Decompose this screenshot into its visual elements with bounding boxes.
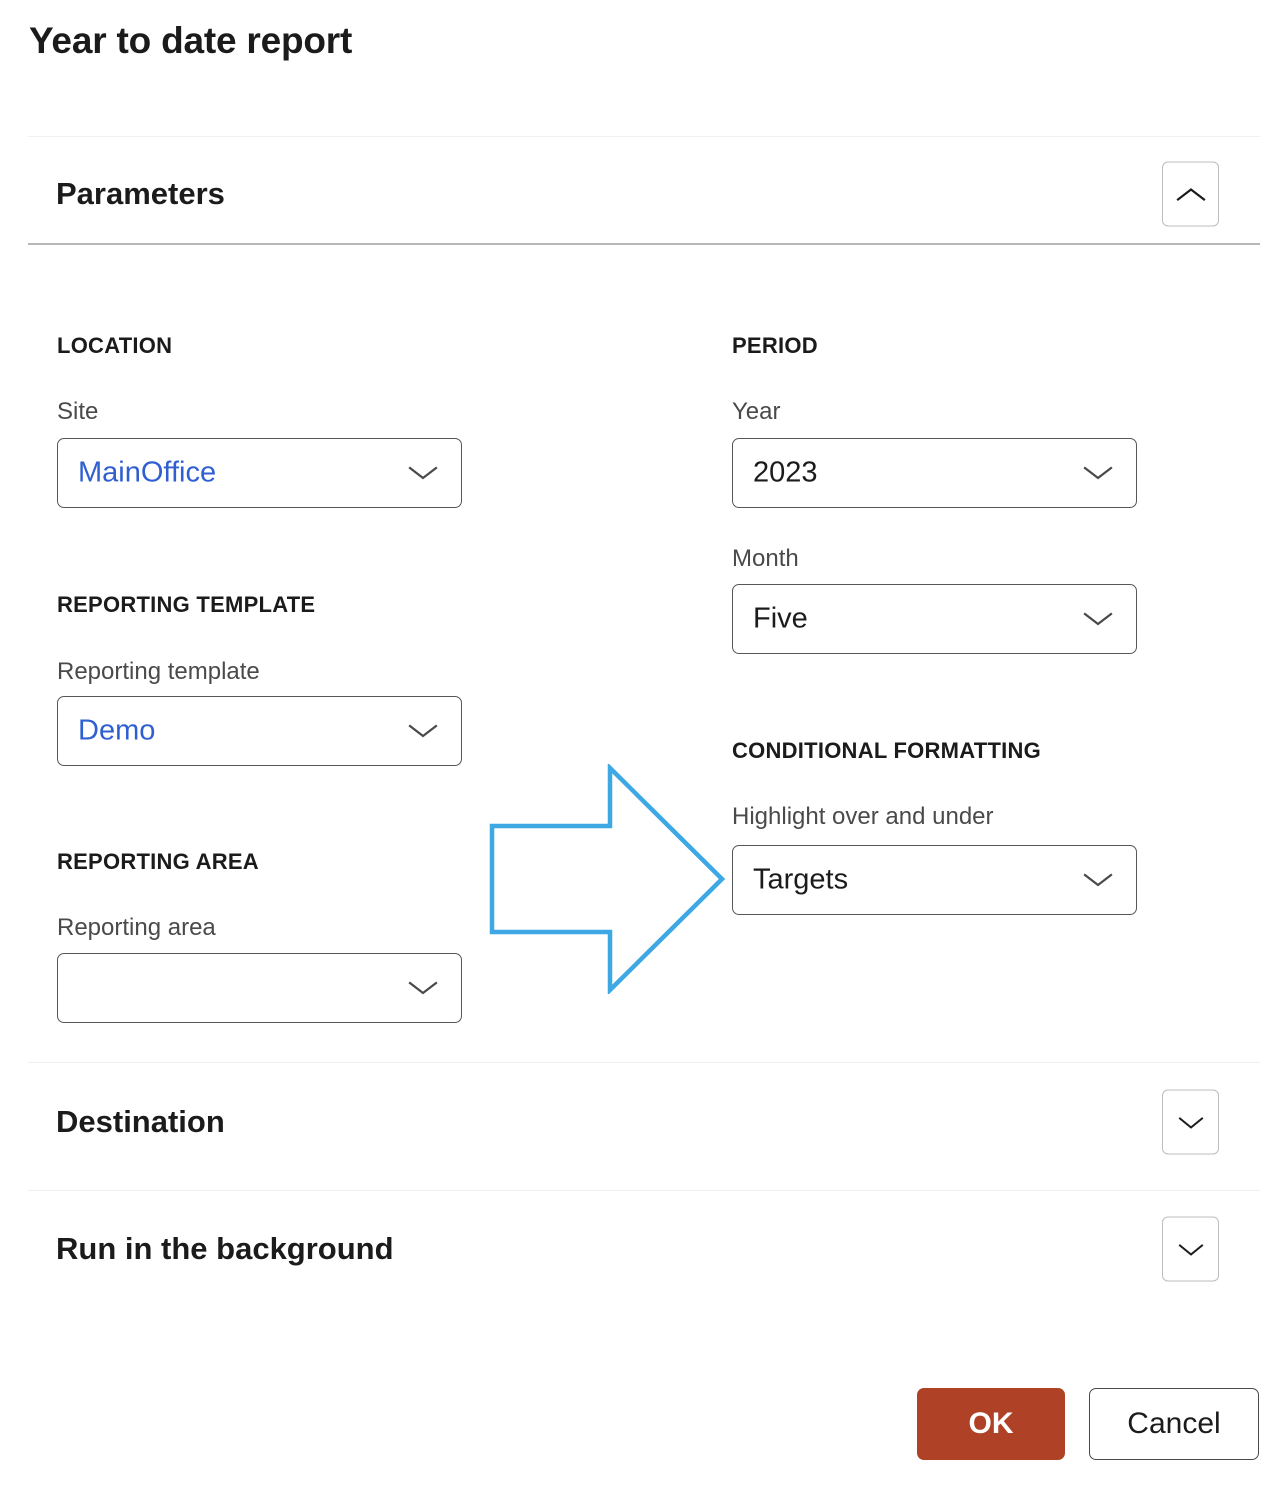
section-title-run-in-background: Run in the background xyxy=(56,1231,394,1266)
page-title: Year to date report xyxy=(29,20,353,61)
chevron-down-icon xyxy=(407,463,439,483)
section-header-destination[interactable]: Destination xyxy=(28,1078,1260,1166)
reporting-area-select[interactable] xyxy=(57,953,462,1023)
reporting-template-select-value: Demo xyxy=(78,714,156,747)
field-highlight-over-and-under: Targets xyxy=(732,845,1137,915)
site-select-value: MainOffice xyxy=(78,456,217,489)
section-header-parameters[interactable]: Parameters xyxy=(28,150,1260,238)
divider-below-parameters-header xyxy=(28,243,1260,245)
year-select-value: 2023 xyxy=(753,456,818,489)
destination-expand-button[interactable] xyxy=(1162,1089,1219,1155)
chevron-down-icon xyxy=(1175,1112,1207,1132)
chevron-down-icon xyxy=(1175,1239,1207,1259)
section-title-destination: Destination xyxy=(56,1104,225,1139)
site-select[interactable]: MainOffice xyxy=(57,438,462,508)
group-heading-conditional-formatting: CONDITIONAL FORMATTING xyxy=(732,738,1041,763)
chevron-down-icon xyxy=(407,978,439,998)
month-select[interactable]: Five xyxy=(732,584,1137,654)
group-location: LOCATION xyxy=(57,333,462,359)
chevron-down-icon xyxy=(1082,609,1114,629)
divider-above-parameters xyxy=(28,136,1260,137)
field-month: Five xyxy=(732,584,1137,654)
field-site: MainOffice xyxy=(57,438,462,508)
group-reporting-template: REPORTING TEMPLATE xyxy=(57,592,462,618)
chevron-down-icon xyxy=(407,721,439,741)
group-period: PERIOD xyxy=(732,333,1137,359)
field-label-highlight-over-and-under: Highlight over and under xyxy=(732,803,994,830)
parameters-collapse-button[interactable] xyxy=(1162,161,1219,227)
highlight-over-and-under-select[interactable]: Targets xyxy=(732,845,1137,915)
reporting-template-select[interactable]: Demo xyxy=(57,696,462,766)
section-header-run-in-background[interactable]: Run in the background xyxy=(28,1205,1260,1293)
chevron-down-icon xyxy=(1082,463,1114,483)
chevron-down-icon xyxy=(1082,870,1114,890)
group-conditional-formatting: CONDITIONAL FORMATTING xyxy=(732,738,1137,764)
field-label-reporting-area: Reporting area xyxy=(57,914,216,941)
right-arrow-outline-annotation-icon xyxy=(488,762,726,996)
month-select-value: Five xyxy=(753,602,808,635)
year-select[interactable]: 2023 xyxy=(732,438,1137,508)
group-heading-reporting-area: REPORTING AREA xyxy=(57,849,259,874)
group-heading-location: LOCATION xyxy=(57,333,173,358)
group-heading-period: PERIOD xyxy=(732,333,818,358)
chevron-up-icon xyxy=(1175,184,1207,204)
field-year: 2023 xyxy=(732,438,1137,508)
highlight-over-and-under-select-value: Targets xyxy=(753,863,849,896)
section-title-parameters: Parameters xyxy=(56,176,225,211)
field-label-month: Month xyxy=(732,545,799,572)
run-in-background-expand-button[interactable] xyxy=(1162,1216,1219,1282)
group-reporting-area: REPORTING AREA xyxy=(57,849,462,875)
divider-above-run-in-background xyxy=(28,1190,1260,1191)
field-reporting-area xyxy=(57,953,462,1023)
ok-button[interactable]: OK xyxy=(917,1388,1065,1460)
group-heading-reporting-template: REPORTING TEMPLATE xyxy=(57,592,316,617)
field-label-year: Year xyxy=(732,398,781,425)
divider-above-destination xyxy=(28,1062,1260,1063)
field-label-site: Site xyxy=(57,398,99,425)
field-label-reporting-template: Reporting template xyxy=(57,658,260,685)
cancel-button[interactable]: Cancel xyxy=(1089,1388,1259,1460)
field-reporting-template: Demo xyxy=(57,696,462,766)
